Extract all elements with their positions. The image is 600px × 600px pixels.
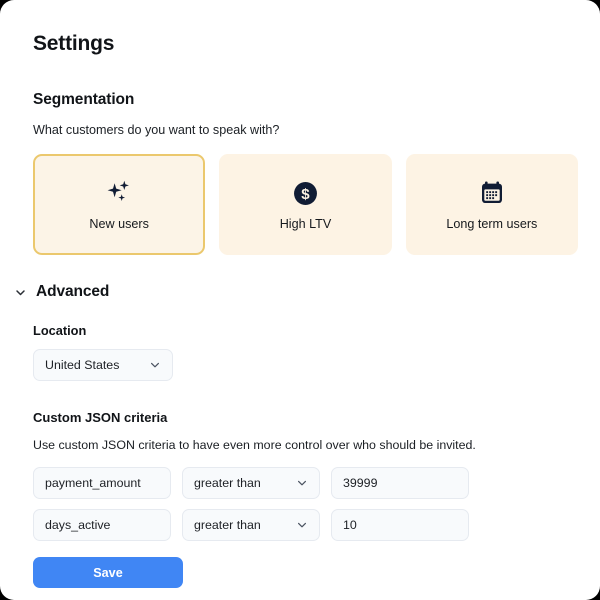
criteria-row: payment_amount greater than 39999 — [33, 467, 578, 499]
chevron-down-icon — [149, 359, 161, 371]
criteria-row-list: payment_amount greater than 39999 days_a… — [33, 467, 578, 541]
criteria-operator-value: greater than — [194, 476, 261, 490]
location-select[interactable]: United States — [33, 349, 173, 381]
segment-card-high-ltv[interactable]: $ High LTV — [219, 154, 392, 255]
segment-card-new-users[interactable]: New users — [33, 154, 206, 255]
page-content: Settings Segmentation What customers do … — [0, 0, 600, 588]
criteria-key-input[interactable]: days_active — [33, 509, 171, 541]
advanced-section-toggle[interactable]: Advanced — [13, 283, 578, 301]
segment-card-label: Long term users — [446, 217, 538, 231]
advanced-label: Advanced — [36, 283, 110, 300]
criteria-key-input[interactable]: payment_amount — [33, 467, 171, 499]
criteria-value-text: 39999 — [343, 476, 378, 490]
chevron-down-icon — [13, 285, 27, 299]
segment-card-long-term-users[interactable]: Long term users — [405, 154, 578, 255]
chevron-down-icon — [296, 519, 308, 531]
segmentation-card-list: New users $ High LTV Long term users — [33, 154, 578, 255]
sparkles-icon — [105, 178, 133, 208]
page-title: Settings — [33, 32, 115, 55]
criteria-title: Custom JSON criteria — [33, 410, 168, 425]
criteria-description: Use custom JSON criteria to have even mo… — [33, 438, 476, 452]
criteria-value-input[interactable]: 10 — [331, 509, 469, 541]
criteria-row: days_active greater than 10 — [33, 509, 578, 541]
criteria-operator-select[interactable]: greater than — [182, 467, 320, 499]
criteria-key-value: payment_amount — [45, 476, 141, 490]
location-label: Location — [33, 323, 87, 338]
location-select-value: United States — [45, 358, 120, 372]
criteria-key-value: days_active — [45, 518, 111, 532]
criteria-value-input[interactable]: 39999 — [331, 467, 469, 499]
calendar-icon — [479, 178, 505, 208]
segment-card-label: High LTV — [279, 217, 332, 231]
criteria-value-text: 10 — [343, 518, 357, 532]
segment-card-label: New users — [89, 217, 149, 231]
segmentation-heading: Segmentation — [33, 91, 135, 108]
criteria-operator-select[interactable]: greater than — [182, 509, 320, 541]
save-button[interactable]: Save — [33, 557, 183, 588]
dollar-circle-icon: $ — [293, 178, 318, 208]
segmentation-question: What customers do you want to speak with… — [33, 123, 280, 137]
criteria-operator-value: greater than — [194, 518, 261, 532]
settings-page: Settings Segmentation What customers do … — [0, 0, 600, 600]
svg-text:$: $ — [301, 186, 310, 203]
chevron-down-icon — [296, 477, 308, 489]
